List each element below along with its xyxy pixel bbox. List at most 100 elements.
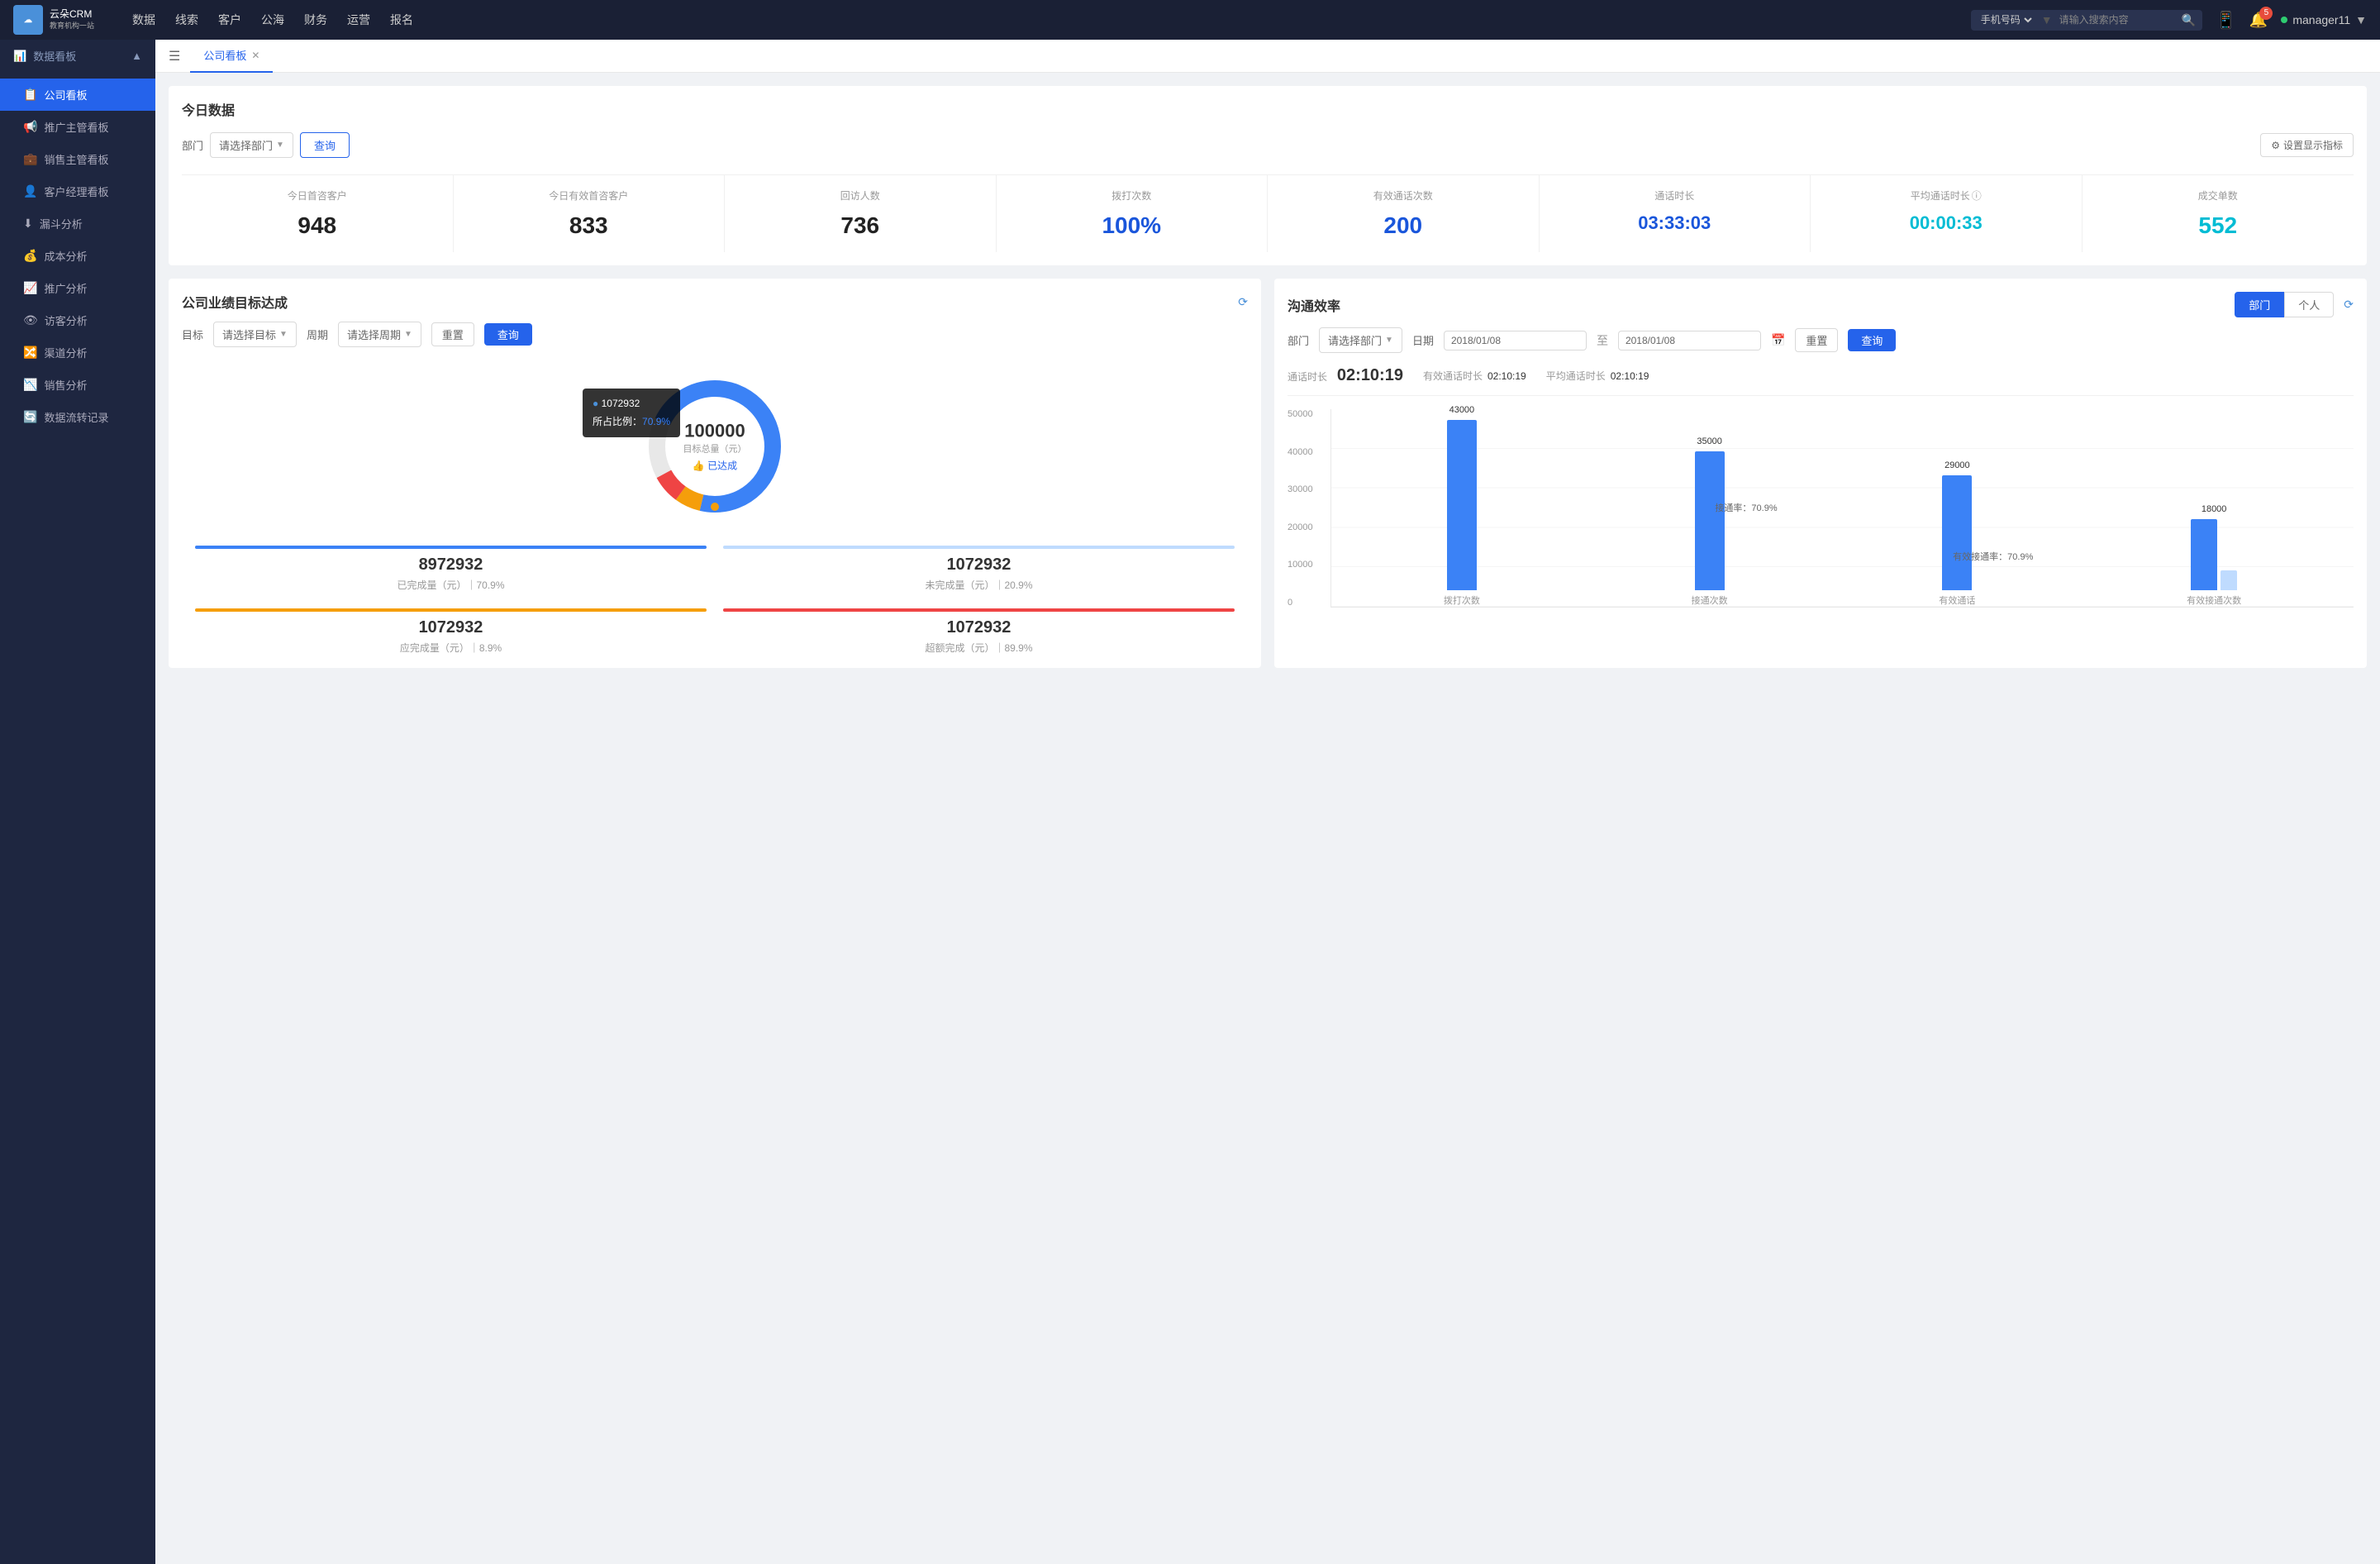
user-dropdown-icon[interactable]: ▼ (2355, 13, 2367, 26)
user-info[interactable]: manager11 ▼ (2281, 13, 2367, 26)
period-arrow: ▼ (404, 330, 412, 339)
stat-effective-calls: 有效通话次数 200 (1268, 175, 1540, 252)
effective-time: 有效通话时长 02:10:19 (1423, 369, 1526, 383)
search-box: 手机号码 ▼ 🔍 (1971, 10, 2202, 31)
sidebar: 📊 数据看板 ▲ 📋 公司看板 📢 推广主管看板 💼 销售主管看板 👤 客户经理… (0, 40, 155, 1564)
tab-company-board[interactable]: 公司看板 ✕ (190, 40, 273, 73)
eff-query-button[interactable]: 查询 (1848, 329, 1896, 351)
bar-chart-container: 50000 40000 30000 20000 10000 0 (1288, 409, 2354, 627)
nav-data[interactable]: 数据 (132, 12, 155, 28)
bars-area: 43000 拨打次数 35000 (1330, 409, 2354, 608)
nav-finance[interactable]: 财务 (304, 12, 327, 28)
sidebar-item-company-board[interactable]: 📋 公司看板 (0, 79, 155, 111)
target-label: 目标 (182, 327, 203, 342)
legend-bar-completed (195, 546, 707, 549)
sidebar-item-promo-analysis[interactable]: 📈 推广分析 (0, 272, 155, 304)
eff-date-from[interactable] (1444, 331, 1587, 350)
sidebar-item-customer-manager[interactable]: 👤 客户经理看板 (0, 175, 155, 207)
bar-dial-main (1447, 420, 1477, 590)
efficiency-card: 沟通效率 部门 个人 ⟳ 部门 请选择部门 ▼ (1274, 279, 2367, 668)
legend-value: 1072932 (195, 618, 707, 637)
stat-value: 833 (460, 212, 718, 239)
stat-value: 00:00:33 (1817, 212, 2075, 234)
info-icon: ⓘ (1972, 188, 1982, 203)
bar-connect-main (1695, 451, 1725, 590)
avg-time-value: 02:10:19 (1611, 370, 1649, 382)
settings-display-button[interactable]: ⚙ 设置显示指标 (2260, 133, 2354, 157)
stat-avg-duration: 平均通话时长 ⓘ 00:00:33 (1811, 175, 2082, 252)
nav-customers[interactable]: 客户 (218, 12, 241, 28)
perf-query-button[interactable]: 查询 (484, 323, 532, 346)
stat-value: 948 (188, 212, 446, 239)
main-time-label: 通话时长 (1288, 371, 1327, 383)
target-select-text: 请选择目标 (222, 327, 276, 342)
stat-value: 736 (731, 212, 989, 239)
perf-reset-button[interactable]: 重置 (431, 322, 474, 346)
sidebar-section-header[interactable]: 📊 数据看板 ▲ (0, 40, 155, 72)
eff-dept-select[interactable]: 请选择部门 ▼ (1319, 327, 1402, 353)
today-section-title: 今日数据 (182, 99, 2354, 119)
legend-bar-exceeded (723, 608, 1235, 612)
content-area: 今日数据 部门 请选择部门 ▼ 查询 ⚙ 设置显示指标 今日首咨客户 (155, 73, 2380, 1564)
calendar-icon[interactable]: 📅 (1771, 333, 1785, 347)
sidebar-item-cost[interactable]: 💰 成本分析 (0, 240, 155, 272)
dept-select[interactable]: 请选择部门 ▼ (210, 132, 293, 158)
monitor-icon[interactable]: 📱 (2216, 10, 2236, 31)
stat-value: 100% (1003, 212, 1261, 239)
nav-public-sea[interactable]: 公海 (261, 12, 284, 28)
refresh-icon[interactable]: ⟳ (1238, 295, 1248, 309)
sidebar-item-promo-supervisor[interactable]: 📢 推广主管看板 (0, 111, 155, 143)
bar-name-dial: 拨打次数 (1444, 594, 1480, 607)
sidebar-section-icon: 📊 (13, 50, 26, 63)
search-select[interactable]: 手机号码 (1978, 13, 2035, 26)
sidebar-section-label: 数据看板 (33, 48, 76, 64)
legend-completed: 8972932 已完成量（元）｜70.9% (195, 546, 707, 592)
search-input[interactable] (2059, 14, 2175, 26)
notification-badge: 5 (2259, 7, 2273, 20)
eff-title: 沟通效率 (1288, 295, 1340, 315)
sidebar-item-label: 渠道分析 (44, 345, 87, 360)
sidebar-item-visitor[interactable]: 👁 访客分析 (0, 304, 155, 336)
search-icon[interactable]: 🔍 (2182, 13, 2196, 27)
top-nav: ☁ 云朵CRM 教育机构一站 数据 线索 客户 公海 财务 运营 报名 手机号码… (0, 0, 2380, 40)
main-time: 通话时长 02:10:19 (1288, 366, 1403, 385)
target-select[interactable]: 请选择目标 ▼ (213, 322, 297, 347)
eff-tab-dept[interactable]: 部门 (2235, 292, 2284, 317)
sidebar-item-channel[interactable]: 🔀 渠道分析 (0, 336, 155, 369)
stat-label: 成交单数 (2089, 188, 2348, 203)
sidebar-item-sales-supervisor[interactable]: 💼 销售主管看板 (0, 143, 155, 175)
target-arrow: ▼ (279, 330, 288, 339)
stat-effective-consult: 今日有效首咨客户 833 (454, 175, 726, 252)
customer-icon: 👤 (23, 184, 37, 198)
nav-signup[interactable]: 报名 (390, 12, 413, 28)
stat-revisit: 回访人数 736 (725, 175, 997, 252)
nav-operations[interactable]: 运营 (347, 12, 370, 28)
bar-eff-connect-main (2191, 519, 2217, 590)
nav-leads[interactable]: 线索 (175, 12, 198, 28)
sidebar-item-sales-analysis[interactable]: 📉 销售分析 (0, 369, 155, 401)
sidebar-item-data-flow[interactable]: 🔄 数据流转记录 (0, 401, 155, 433)
notification-icon[interactable]: 🔔 5 (2249, 12, 2268, 29)
eff-tab-person[interactable]: 个人 (2284, 292, 2334, 317)
y-tick-10000: 10000 (1288, 560, 1313, 570)
bar-group-connect: 35000 接通次数 接通率：70.9% (1692, 451, 1728, 607)
sidebar-item-funnel[interactable]: ⬇ 漏斗分析 (0, 207, 155, 240)
donut-tooltip: ● 1072932 所占比例：70.9% (583, 389, 680, 437)
stat-label: 有效通话次数 (1274, 188, 1532, 203)
period-select[interactable]: 请选择周期 ▼ (338, 322, 421, 347)
sidebar-collapse-icon[interactable]: ▲ (131, 50, 142, 62)
tab-close-icon[interactable]: ✕ (251, 50, 259, 61)
stat-value: 200 (1274, 212, 1532, 239)
tab-toggle-icon[interactable]: ☰ (169, 48, 180, 64)
eff-reset-button[interactable]: 重置 (1795, 328, 1838, 352)
eff-refresh-icon[interactable]: ⟳ (2344, 298, 2354, 312)
perf-title: 公司业绩目标达成 (182, 292, 288, 312)
eff-date-to[interactable] (1618, 331, 1761, 350)
bar-name-eff-connect: 有效接通次数 (2187, 594, 2241, 607)
legend-grid: 8972932 已完成量（元）｜70.9% 1072932 未完成量（元）｜20… (182, 546, 1248, 655)
channel-icon: 🔀 (23, 346, 37, 360)
today-query-button[interactable]: 查询 (300, 132, 350, 158)
bar-label-43000: 43000 (1449, 405, 1475, 415)
donut-label: 目标总量（元） (683, 442, 747, 455)
app-layout: 📊 数据看板 ▲ 📋 公司看板 📢 推广主管看板 💼 销售主管看板 👤 客户经理… (0, 40, 2380, 1564)
